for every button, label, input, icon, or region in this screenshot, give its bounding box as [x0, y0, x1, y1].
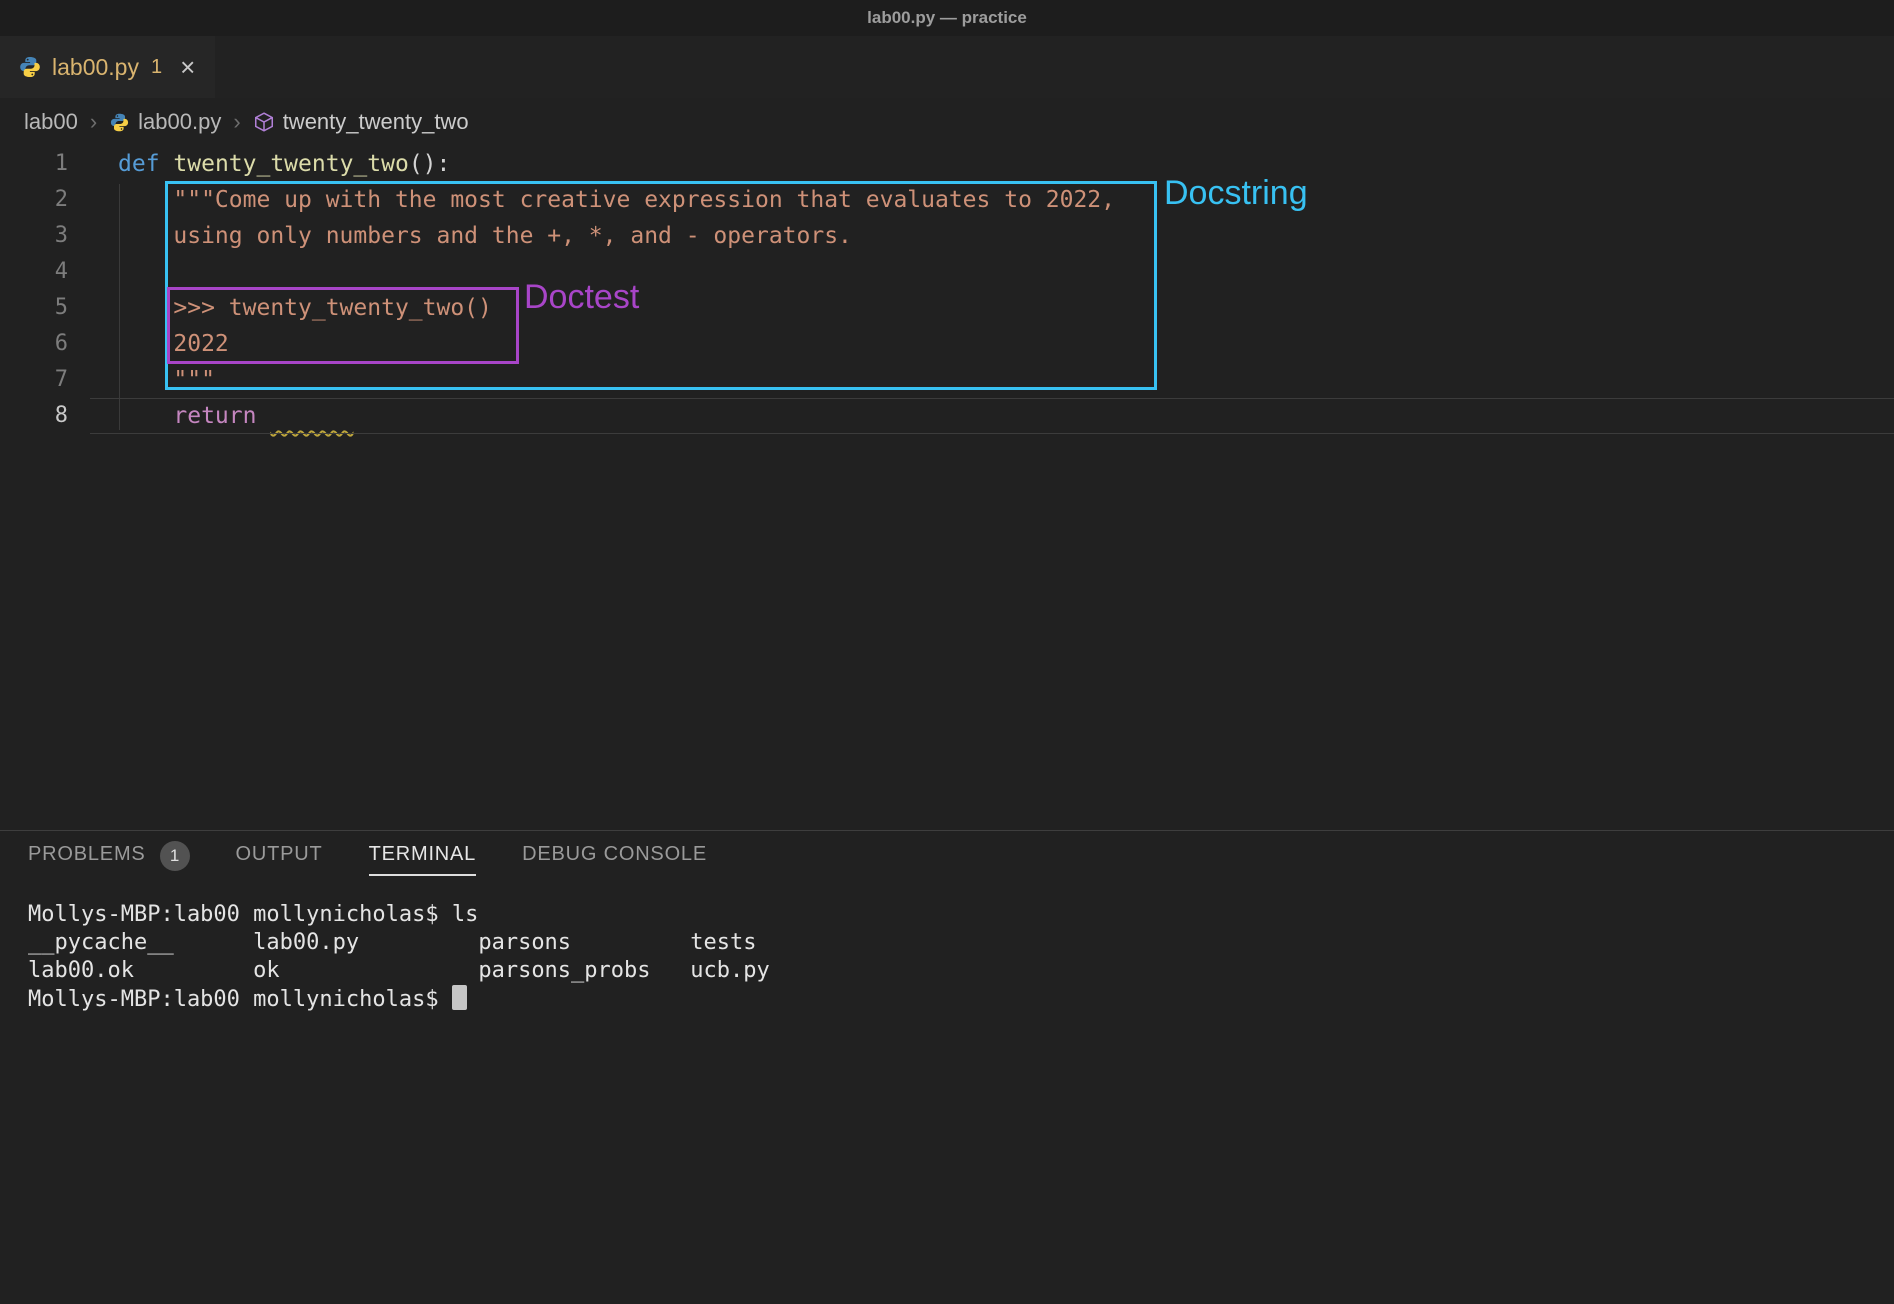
code-text: """: [118, 362, 215, 398]
code-text: using only numbers and the +, *, and - o…: [118, 218, 852, 254]
terminal[interactable]: Mollys-MBP:lab00 mollynicholas$ ls__pyca…: [0, 887, 1894, 1014]
panel-tab-label: TERMINAL: [369, 843, 477, 876]
code-line[interactable]: 7 """: [0, 362, 1894, 398]
line-number: 8: [0, 398, 68, 434]
doctest-annotation-label: Doctest: [524, 278, 639, 317]
panel-tab-label: OUTPUT: [236, 843, 323, 876]
bottom-panel: PROBLEMS 1 OUTPUT TERMINAL DEBUG CONSOLE Mol…: [0, 830, 1894, 1304]
panel-tab-bar: PROBLEMS 1 OUTPUT TERMINAL DEBUG CONSOLE: [0, 831, 1894, 887]
panel-tab-label: PROBLEMS: [28, 843, 146, 876]
code-text: >>> twenty_twenty_two(): [118, 290, 492, 326]
window-title: lab00.py — practice: [867, 8, 1027, 28]
code-editor[interactable]: 1def twenty_twenty_two():2 """Come up wi…: [0, 146, 1894, 830]
tab-lab00py[interactable]: lab00.py 1 ×: [0, 36, 215, 98]
code-line[interactable]: 4: [0, 254, 1894, 290]
panel-tab-label: DEBUG CONSOLE: [522, 843, 707, 876]
breadcrumb-file-label: lab00.py: [138, 109, 221, 135]
python-icon: [18, 55, 42, 79]
panel-tab-output[interactable]: OUTPUT: [236, 831, 323, 887]
line-number: 7: [0, 362, 68, 398]
line-number: 4: [0, 254, 68, 290]
breadcrumb-item-folder[interactable]: lab00: [24, 109, 78, 135]
code-text: def twenty_twenty_two():: [118, 146, 450, 182]
code-text: return ______: [118, 398, 353, 434]
docstring-annotation-label: Docstring: [1164, 174, 1308, 213]
terminal-cursor: [452, 985, 467, 1010]
tab-problems-count: 1: [151, 56, 162, 79]
breadcrumb-symbol-label: twenty_twenty_two: [283, 109, 469, 135]
warning-squiggle: ______: [270, 403, 353, 429]
line-number: 2: [0, 182, 68, 218]
code-lines: 1def twenty_twenty_two():2 """Come up wi…: [0, 146, 1894, 434]
line-number: 5: [0, 290, 68, 326]
breadcrumb-item-file[interactable]: lab00.py: [109, 109, 221, 135]
code-line[interactable]: 3 using only numbers and the +, *, and -…: [0, 218, 1894, 254]
code-line[interactable]: 2 """Come up with the most creative expr…: [0, 182, 1894, 218]
editor-tab-strip: lab00.py 1 ×: [0, 36, 1894, 98]
code-line[interactable]: 1 def twenty_twenty_two():: [0, 146, 1894, 182]
terminal-line: lab00.ok ok parsons_probs ucb.py: [28, 957, 1894, 985]
python-icon: [109, 112, 130, 133]
panel-tab-problems[interactable]: PROBLEMS 1: [28, 831, 190, 887]
terminal-line: __pycache__ lab00.py parsons tests: [28, 929, 1894, 957]
chevron-right-icon: ›: [90, 109, 97, 135]
code-text: 2022: [118, 326, 229, 362]
code-text: """Come up with the most creative expres…: [118, 182, 1115, 218]
terminal-line: Mollys-MBP:lab00 mollynicholas$ ls: [28, 901, 1894, 929]
problems-count-badge: 1: [160, 841, 190, 871]
window-titlebar: lab00.py — practice: [0, 0, 1894, 36]
code-line[interactable]: 6 2022: [0, 326, 1894, 362]
panel-tab-debug-console[interactable]: DEBUG CONSOLE: [522, 831, 707, 887]
code-line[interactable]: 5 >>> twenty_twenty_two(): [0, 290, 1894, 326]
breadcrumb-item-symbol[interactable]: twenty_twenty_two: [253, 109, 469, 135]
line-number: 1: [0, 146, 68, 182]
terminal-line: Mollys-MBP:lab00 mollynicholas$: [28, 985, 1894, 1014]
tab-filename: lab00.py: [52, 54, 139, 81]
line-number: 6: [0, 326, 68, 362]
code-line[interactable]: 8 return ______: [0, 398, 1894, 434]
close-icon[interactable]: ×: [180, 54, 195, 80]
symbol-namespace-icon: [253, 111, 275, 133]
breadcrumb: lab00 › lab00.py › twenty_twenty_two: [0, 98, 1894, 146]
line-number: 3: [0, 218, 68, 254]
chevron-right-icon: ›: [233, 109, 240, 135]
panel-tab-terminal[interactable]: TERMINAL: [369, 831, 477, 887]
